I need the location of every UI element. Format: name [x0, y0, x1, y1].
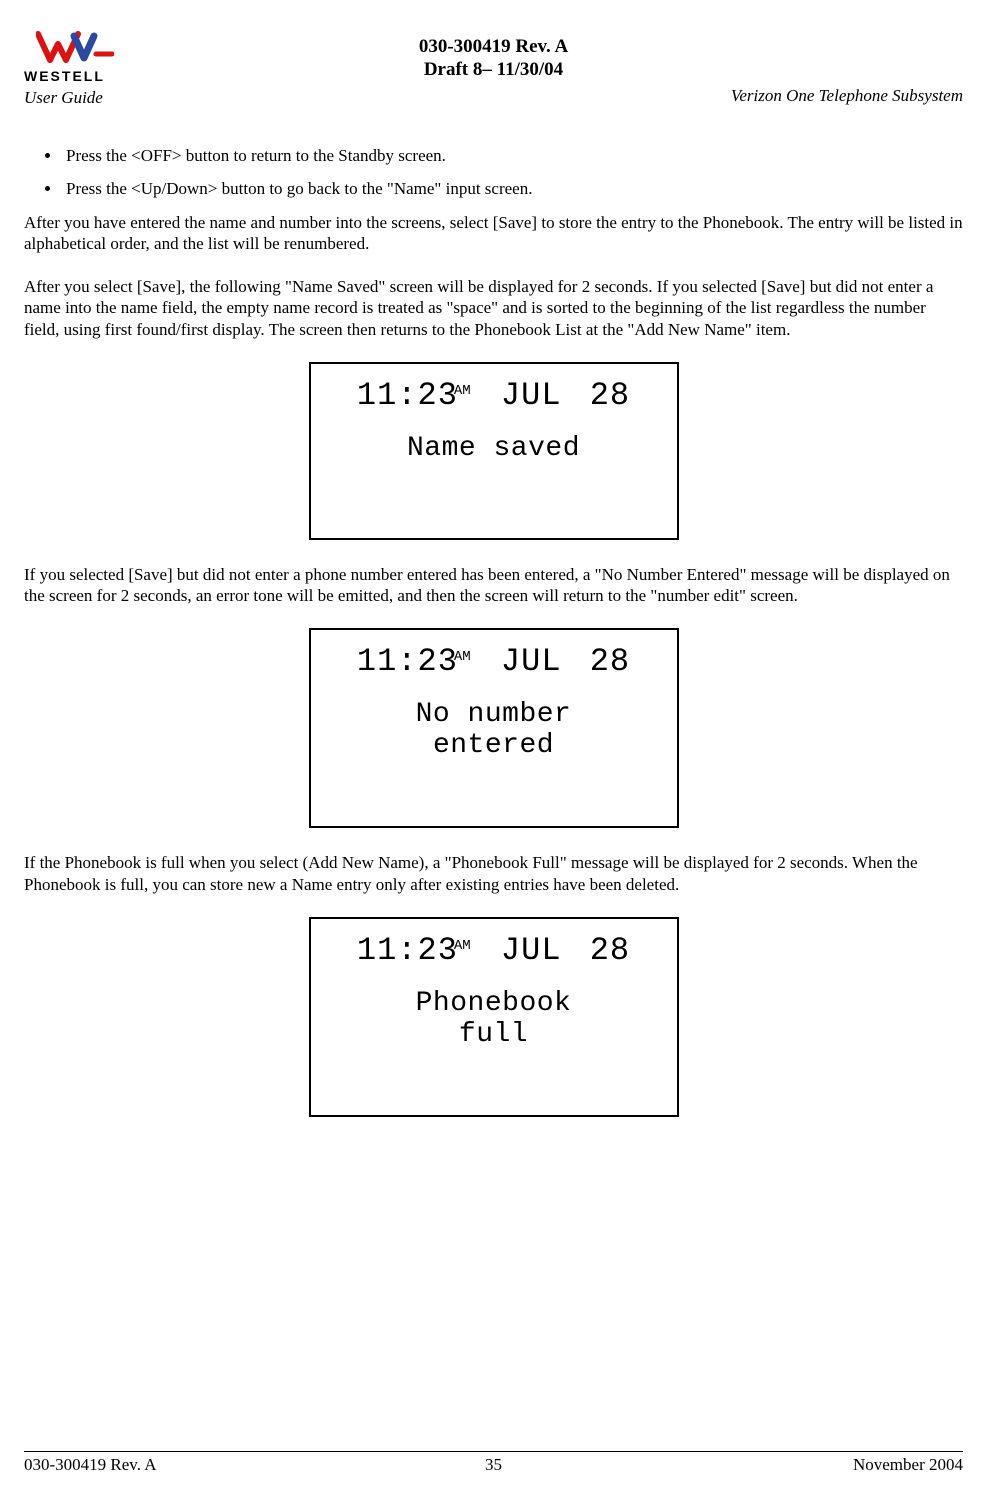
lcd-msg-line: full — [321, 1020, 667, 1051]
bullet-list: Press the <OFF> button to return to the … — [24, 145, 963, 200]
lcd-header: 11:23AM JUL 28 — [321, 931, 667, 971]
content-body: Press the <OFF> button to return to the … — [24, 145, 963, 1117]
lcd-time-value: 11:23 — [357, 643, 458, 680]
logo-area: WESTELL — [24, 30, 126, 84]
lcd-date: JUL 28 — [501, 377, 630, 414]
list-item: Press the <OFF> button to return to the … — [62, 145, 963, 166]
lcd-header: 11:23AM JUL 28 — [321, 642, 667, 682]
doc-id: 030-300419 Rev. A — [24, 36, 963, 59]
page: WESTELL 030-300419 Rev. A Draft 8– 11/30… — [0, 0, 981, 1493]
lcd-ampm: AM — [454, 938, 471, 954]
lcd-message: No number entered — [321, 700, 667, 762]
lcd-msg-line: Phonebook — [321, 989, 667, 1020]
logo-brand-text: WESTELL — [24, 68, 126, 84]
lcd-date: JUL 28 — [501, 932, 630, 969]
lcd-ampm: AM — [454, 649, 471, 665]
lcd-message: Name saved — [321, 434, 667, 465]
lcd-screen-no-number: 11:23AM JUL 28 No number entered — [309, 628, 679, 828]
subsystem-label: Verizon One Telephone Subsystem — [731, 86, 963, 106]
lcd-date: JUL 28 — [501, 643, 630, 680]
page-footer: 030-300419 Rev. A 35 November 2004 — [24, 1451, 963, 1475]
lcd-screen-name-saved: 11:23AM JUL 28 Name saved — [309, 362, 679, 540]
lcd-time-value: 11:23 — [357, 377, 458, 414]
doc-draft: Draft 8– 11/30/04 — [24, 59, 963, 82]
paragraph: After you have entered the name and numb… — [24, 212, 963, 255]
list-item: Press the <Up/Down> button to go back to… — [62, 178, 963, 199]
doc-title: 030-300419 Rev. A Draft 8– 11/30/04 — [24, 30, 963, 82]
lcd-screen-phonebook-full: 11:23AM JUL 28 Phonebook full — [309, 917, 679, 1117]
paragraph: If you selected [Save] but did not enter… — [24, 564, 963, 607]
lcd-msg-line: No number — [321, 700, 667, 731]
page-header: WESTELL 030-300419 Rev. A Draft 8– 11/30… — [24, 30, 963, 125]
logo-mark-icon — [36, 30, 126, 70]
paragraph: After you select [Save], the following "… — [24, 276, 963, 340]
lcd-header: 11:23AM JUL 28 — [321, 376, 667, 416]
footer-page-number: 35 — [24, 1455, 963, 1475]
lcd-ampm: AM — [454, 383, 471, 399]
paragraph: If the Phonebook is full when you select… — [24, 852, 963, 895]
lcd-time-value: 11:23 — [357, 932, 458, 969]
lcd-msg-line: entered — [321, 731, 667, 762]
lcd-message: Phonebook full — [321, 989, 667, 1051]
